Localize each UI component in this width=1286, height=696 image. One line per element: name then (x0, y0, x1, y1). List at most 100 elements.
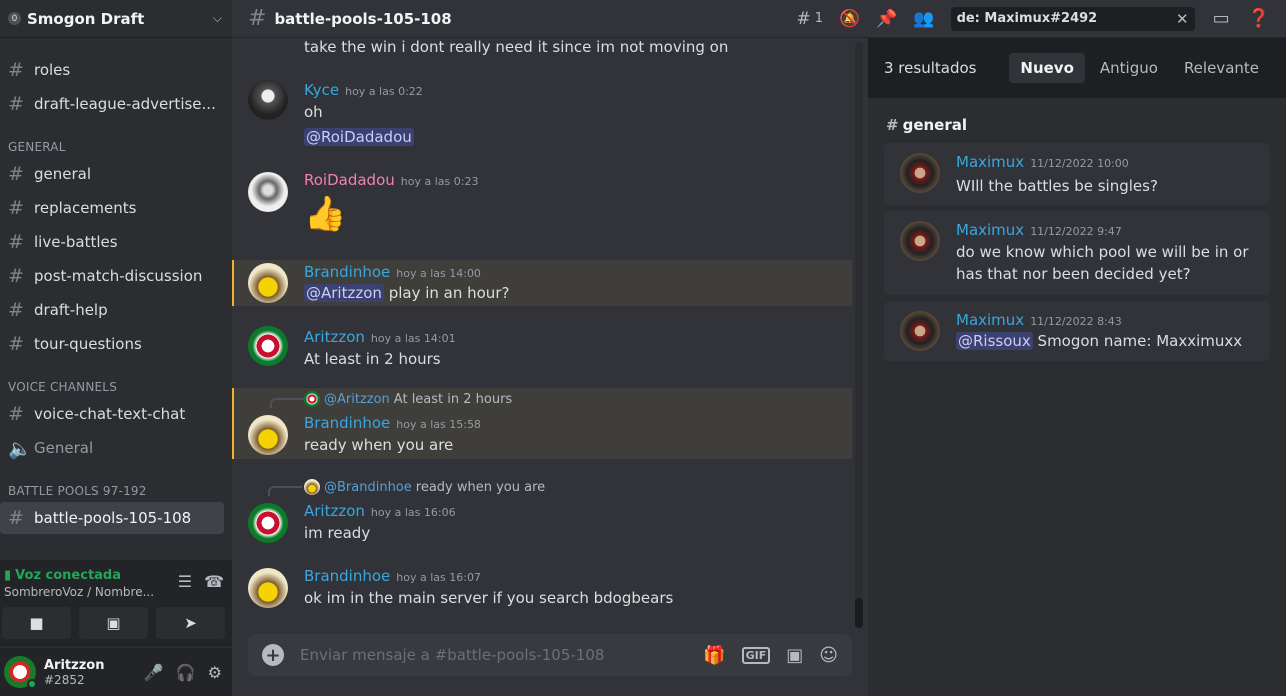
member-list-icon[interactable]: 👥 (913, 9, 934, 29)
activities-button[interactable]: ➤ (156, 607, 225, 639)
server-header[interactable]: 0 Smogon Draft ⌵ (0, 0, 232, 38)
avatar[interactable] (248, 326, 288, 366)
voice-channel-general[interactable]: 🔈 General (0, 432, 224, 464)
user-mention[interactable]: @Rissoux (956, 332, 1033, 350)
user-mention[interactable]: @Aritzzon (304, 284, 384, 302)
channel-voice-chat-text-chat[interactable]: # voice-chat-text-chat (0, 398, 224, 430)
hash-icon: # (8, 197, 24, 219)
channel-draft-league-advertise[interactable]: # draft-league-advertise... (0, 88, 224, 120)
voice-channel-info[interactable]: SombreroVoz / Nombre... (4, 585, 154, 599)
avatar[interactable] (248, 172, 288, 212)
gift-icon[interactable]: 🎁 (703, 645, 725, 666)
message-item: Aritzzon hoy a las 14:01 At least in 2 ho… (232, 326, 852, 370)
threads-icon[interactable]: # (797, 9, 811, 29)
avatar[interactable] (248, 503, 288, 543)
message-author[interactable]: Kyce hoy a las 0:22 (304, 81, 423, 99)
video-button[interactable]: ■ (2, 607, 71, 639)
channel-roles[interactable]: # roles (0, 54, 224, 86)
pin-icon[interactable]: 📌 (876, 9, 897, 29)
reply-author[interactable]: @Brandinhoe (324, 480, 412, 495)
message-author[interactable]: Maximux 11/12/2022 8:43 (956, 311, 1122, 329)
help-icon[interactable]: ❓ (1248, 8, 1270, 29)
reply-preview[interactable]: @Aritzzon At least in 2 hours (304, 391, 512, 407)
avatar[interactable] (248, 415, 288, 455)
server-name: Smogon Draft (27, 9, 145, 28)
search-result-card[interactable]: Maximux 11/12/2022 10:00 WIll the battles… (884, 143, 1270, 205)
avatar[interactable] (900, 311, 940, 351)
message-author[interactable]: Brandinhoe hoy a las 16:07 (304, 567, 481, 585)
message-input[interactable]: Enviar mensaje a #battle-pools-105-108 (300, 646, 703, 664)
channel-general[interactable]: # general (0, 158, 224, 190)
reply-author[interactable]: @Aritzzon (324, 392, 390, 407)
gear-icon[interactable]: ⚙ (208, 663, 222, 682)
message-author[interactable]: Maximux 11/12/2022 10:00 (956, 153, 1129, 171)
channel-tour-questions[interactable]: # tour-questions (0, 328, 224, 360)
timestamp: hoy a las 16:06 (370, 506, 456, 519)
disconnect-icon[interactable]: ☎ (204, 572, 224, 591)
screen-share-button[interactable]: ▣ (79, 607, 148, 639)
search-query: de: Maximux#2492 (956, 11, 1098, 26)
category-voice-channels[interactable]: VOICE CHANNELS (0, 370, 232, 394)
channel-battle-pools-105-108[interactable]: # battle-pools-105-108 (0, 502, 224, 534)
timestamp: hoy a las 14:00 (396, 267, 481, 280)
noise-suppression-icon[interactable]: ☰ (178, 572, 192, 591)
message-author[interactable]: RoiDadadou hoy a las 0:23 (304, 171, 478, 189)
channel-replacements[interactable]: # replacements (0, 192, 224, 224)
add-attachment-icon[interactable]: + (262, 644, 284, 666)
channel-label: battle-pools-105-108 (34, 509, 192, 527)
timestamp: 11/12/2022 10:00 (1030, 157, 1129, 170)
scrollbar-track[interactable] (855, 42, 863, 628)
result-channel-header[interactable]: # general (886, 116, 967, 134)
message-author[interactable]: Aritzzon hoy a las 16:06 (304, 502, 456, 520)
sort-relevant-tab[interactable]: Relevante (1173, 53, 1270, 83)
hash-icon: # (8, 265, 24, 287)
message-item: Brandinhoe hoy a las 16:07 ok im in the m… (232, 566, 852, 610)
search-input[interactable]: de: Maximux#2492 ✕ (950, 6, 1195, 31)
message-author[interactable]: Brandinhoe hoy a las 15:58 (304, 414, 481, 432)
sticker-icon[interactable]: ▣ (786, 645, 803, 666)
search-result-card[interactable]: Maximux 11/12/2022 9:47 do we know which … (884, 211, 1270, 295)
voice-status[interactable]: ▮ Voz conectada (4, 568, 121, 583)
channel-live-battles[interactable]: # live-battles (0, 226, 224, 258)
reply-text: At least in 2 hours (393, 391, 513, 407)
screen-share-icon: ▣ (106, 614, 121, 632)
avatar[interactable] (248, 80, 288, 120)
message-text: WIll the battles be singles? (956, 177, 1158, 195)
user-tag: #2852 (44, 672, 85, 687)
message-author[interactable]: Aritzzon hoy a las 14:01 (304, 328, 456, 346)
scrollbar-thumb[interactable] (855, 598, 863, 628)
message-item: RoiDadadou hoy a las 0:23 👍 (232, 171, 852, 242)
avatar[interactable] (4, 656, 37, 689)
close-icon[interactable]: ✕ (1176, 10, 1189, 28)
reply-connector (268, 486, 302, 496)
headphones-icon[interactable]: 🎧 (176, 663, 196, 682)
emoji-icon[interactable]: ☺ (819, 645, 838, 666)
sort-oldest-tab[interactable]: Antiguo (1089, 53, 1169, 83)
avatar[interactable] (248, 568, 288, 608)
gif-icon[interactable]: GIF (741, 646, 771, 664)
channel-draft-help[interactable]: # draft-help (0, 294, 224, 326)
sort-newest-tab[interactable]: Nuevo (1009, 53, 1085, 83)
category-battle-pools[interactable]: BATTLE POOLS 97-192 (0, 474, 232, 498)
reply-preview[interactable]: @Brandinhoe ready when you are (304, 479, 545, 495)
microphone-icon[interactable]: 🎤 (144, 663, 164, 682)
emoji-sticker-icon[interactable]: 👍 (304, 190, 352, 238)
message-author[interactable]: Maximux 11/12/2022 9:47 (956, 221, 1122, 239)
category-general[interactable]: GENERAL (0, 130, 232, 154)
hash-icon: # (8, 163, 24, 185)
user-mention[interactable]: @RoiDadadou (304, 128, 414, 146)
inbox-icon[interactable]: ▭ (1213, 8, 1230, 29)
mute-bell-icon[interactable]: 🔕 (839, 9, 860, 29)
message-text: im ready (304, 524, 371, 542)
message-author[interactable]: Brandinhoe hoy a las 14:00 (304, 263, 481, 281)
search-result-card[interactable]: Maximux 11/12/2022 8:43 @Rissoux Smogon n… (884, 301, 1270, 361)
message-text: ok im in the main server if you search b… (304, 589, 674, 607)
avatar[interactable] (248, 263, 288, 303)
avatar[interactable] (900, 221, 940, 261)
message-composer[interactable]: + Enviar mensaje a #battle-pools-105-108… (248, 634, 852, 676)
chevron-down-icon[interactable]: ⌵ (213, 11, 222, 26)
avatar[interactable] (900, 153, 940, 193)
camera-icon: ■ (29, 614, 44, 632)
hash-icon: # (8, 231, 24, 253)
channel-post-match-discussion[interactable]: # post-match-discussion (0, 260, 224, 292)
